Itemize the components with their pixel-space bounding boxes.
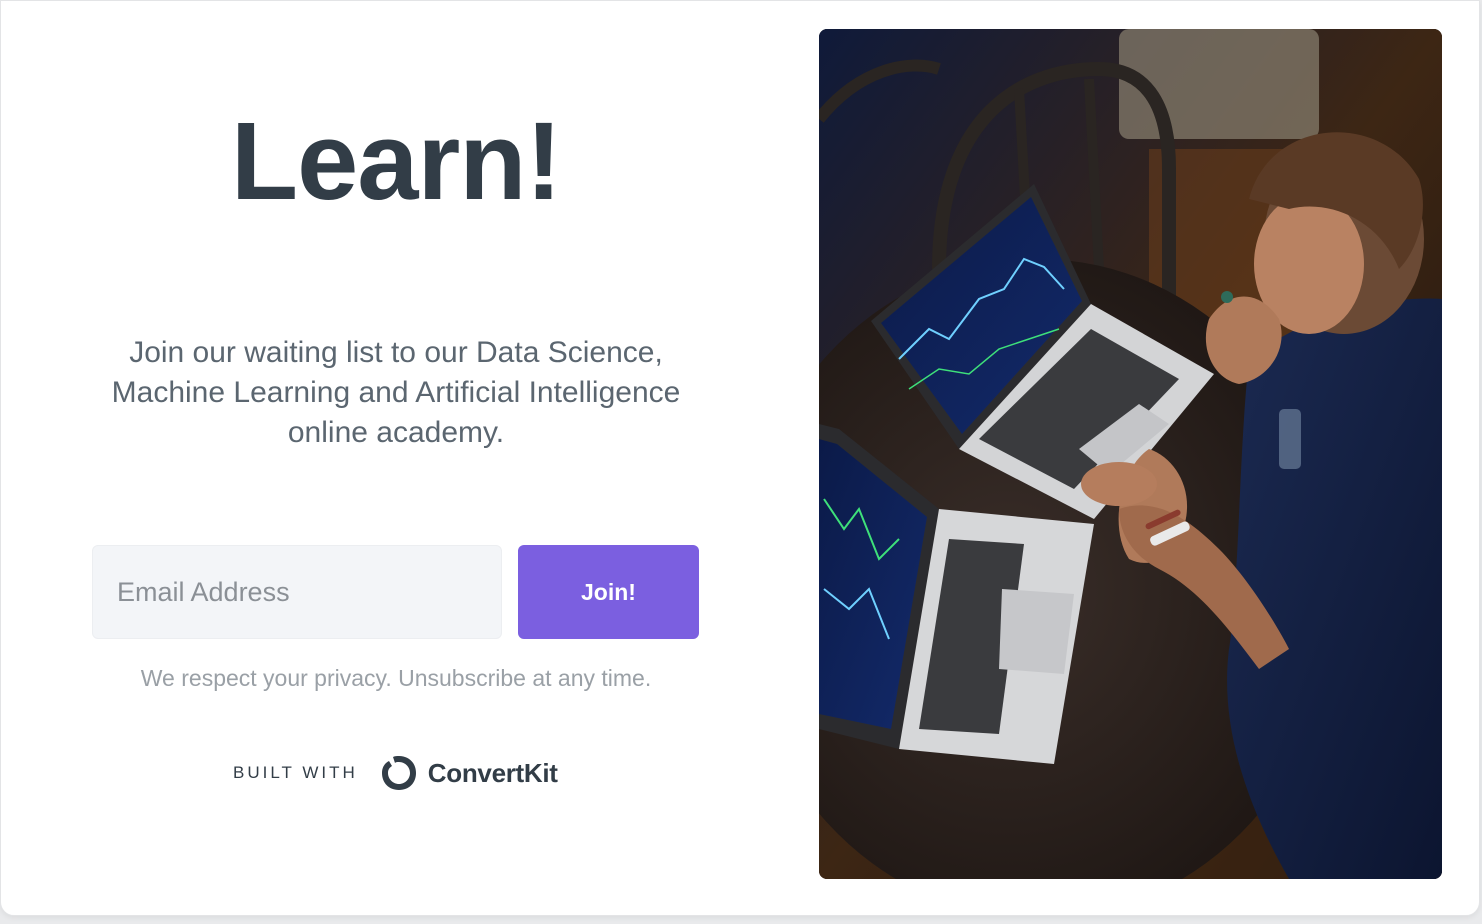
built-with-convertkit-link[interactable]: BUILT WITH ConvertKit: [233, 751, 558, 795]
convertkit-logo-icon: [381, 756, 416, 790]
photo-person-with-laptops: [819, 29, 1442, 879]
join-button[interactable]: Join!: [518, 545, 699, 639]
page-title: Learn!: [230, 100, 562, 223]
signup-card: Learn! Join our waiting list to our Data…: [0, 0, 1480, 916]
convertkit-brand: ConvertKit: [378, 752, 558, 794]
brand-name: ConvertKit: [427, 757, 558, 788]
privacy-note: We respect your privacy. Unsubscribe at …: [140, 665, 652, 691]
subtitle: Join our waiting list to our Data Scienc…: [111, 336, 681, 449]
form-panel: Learn! Join our waiting list to our Data…: [1, 1, 791, 917]
built-with-label: BUILT WITH: [233, 763, 358, 782]
email-field[interactable]: [92, 545, 502, 639]
hero-image: [819, 29, 1442, 879]
